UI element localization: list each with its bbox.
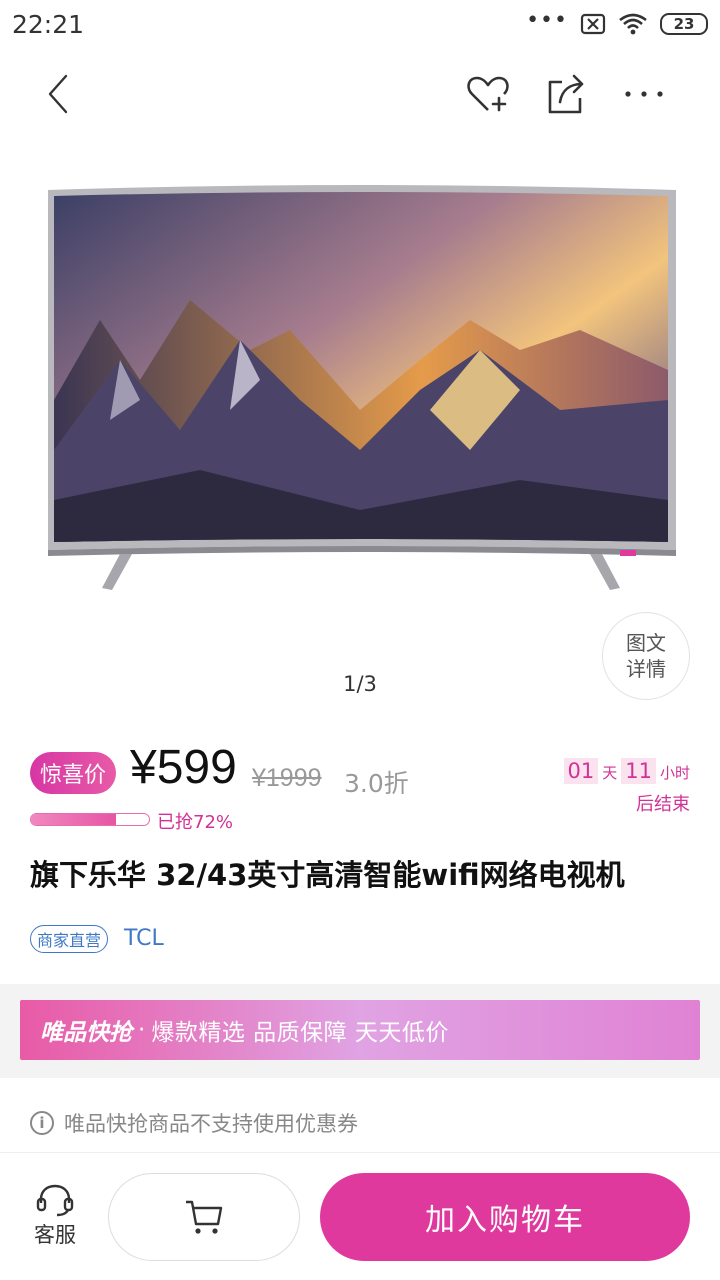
- original-price: ¥1999: [252, 764, 322, 792]
- merchant-direct-tag: 商家直营: [30, 925, 109, 953]
- status-icons: ••• 23: [526, 8, 708, 36]
- countdown-days-unit: 天: [602, 764, 618, 782]
- discount-rate: 3.0折: [344, 769, 409, 798]
- flash-sale-brand: 唯品快抢: [40, 1020, 132, 1046]
- shopping-cart-icon: [186, 1200, 223, 1234]
- favorite-add-icon[interactable]: [464, 70, 514, 118]
- battery-indicator: 23: [660, 13, 708, 35]
- brand-link[interactable]: TCL: [124, 926, 164, 951]
- countdown-end-text: 后结束: [636, 794, 690, 815]
- detail-label-line2: 详情: [626, 657, 666, 681]
- cart-button[interactable]: [108, 1173, 300, 1261]
- wifi-icon: [619, 13, 647, 35]
- top-nav: [0, 52, 720, 138]
- sim-off-icon: [580, 13, 606, 35]
- info-icon: i: [30, 1111, 54, 1135]
- headset-icon: [36, 1184, 74, 1217]
- countdown-hours: 11: [621, 758, 656, 784]
- more-options-icon[interactable]: [618, 70, 670, 118]
- share-icon[interactable]: [544, 70, 588, 118]
- countdown-hours-unit: 小时: [659, 764, 690, 782]
- customer-service-label: 客服: [34, 1223, 76, 1247]
- sold-progress-text: 已抢72%: [157, 812, 234, 833]
- sale-price: ¥599: [130, 741, 237, 794]
- promo-separator: ·: [138, 1017, 146, 1043]
- countdown-days: 01: [563, 758, 599, 784]
- status-dots: •••: [526, 8, 568, 33]
- add-to-cart-button[interactable]: 加入购物车: [320, 1173, 690, 1261]
- sold-progress-bar: [30, 813, 150, 826]
- graphic-details-button[interactable]: 图文 详情: [602, 612, 690, 700]
- coupon-notice-text: 唯品快抢商品不支持使用优惠券: [64, 1112, 358, 1136]
- sold-progress-fill: [31, 814, 116, 825]
- product-title: 旗下乐华 32/43英寸高清智能wifi网络电视机: [30, 858, 625, 892]
- customer-service-button[interactable]: 客服: [28, 1183, 82, 1249]
- detail-label-line1: 图文: [626, 631, 666, 655]
- status-time: 22:21: [12, 10, 85, 39]
- status-bar: 22:21 ••• 23: [0, 0, 720, 52]
- flash-sale-banner[interactable]: 唯品快抢 · 爆款精选 品质保障 天天低价: [20, 1000, 700, 1060]
- countdown-timer: 01 天 11 小时 后结束: [563, 758, 690, 816]
- bottom-action-bar: 客服 加入购物车: [0, 1152, 720, 1280]
- back-icon[interactable]: [36, 70, 84, 118]
- promo-slogan: 爆款精选 品质保障 天天低价: [151, 1020, 449, 1046]
- coupon-notice: i 唯品快抢商品不支持使用优惠券: [30, 1108, 358, 1138]
- surprise-price-badge: 惊喜价: [30, 752, 117, 794]
